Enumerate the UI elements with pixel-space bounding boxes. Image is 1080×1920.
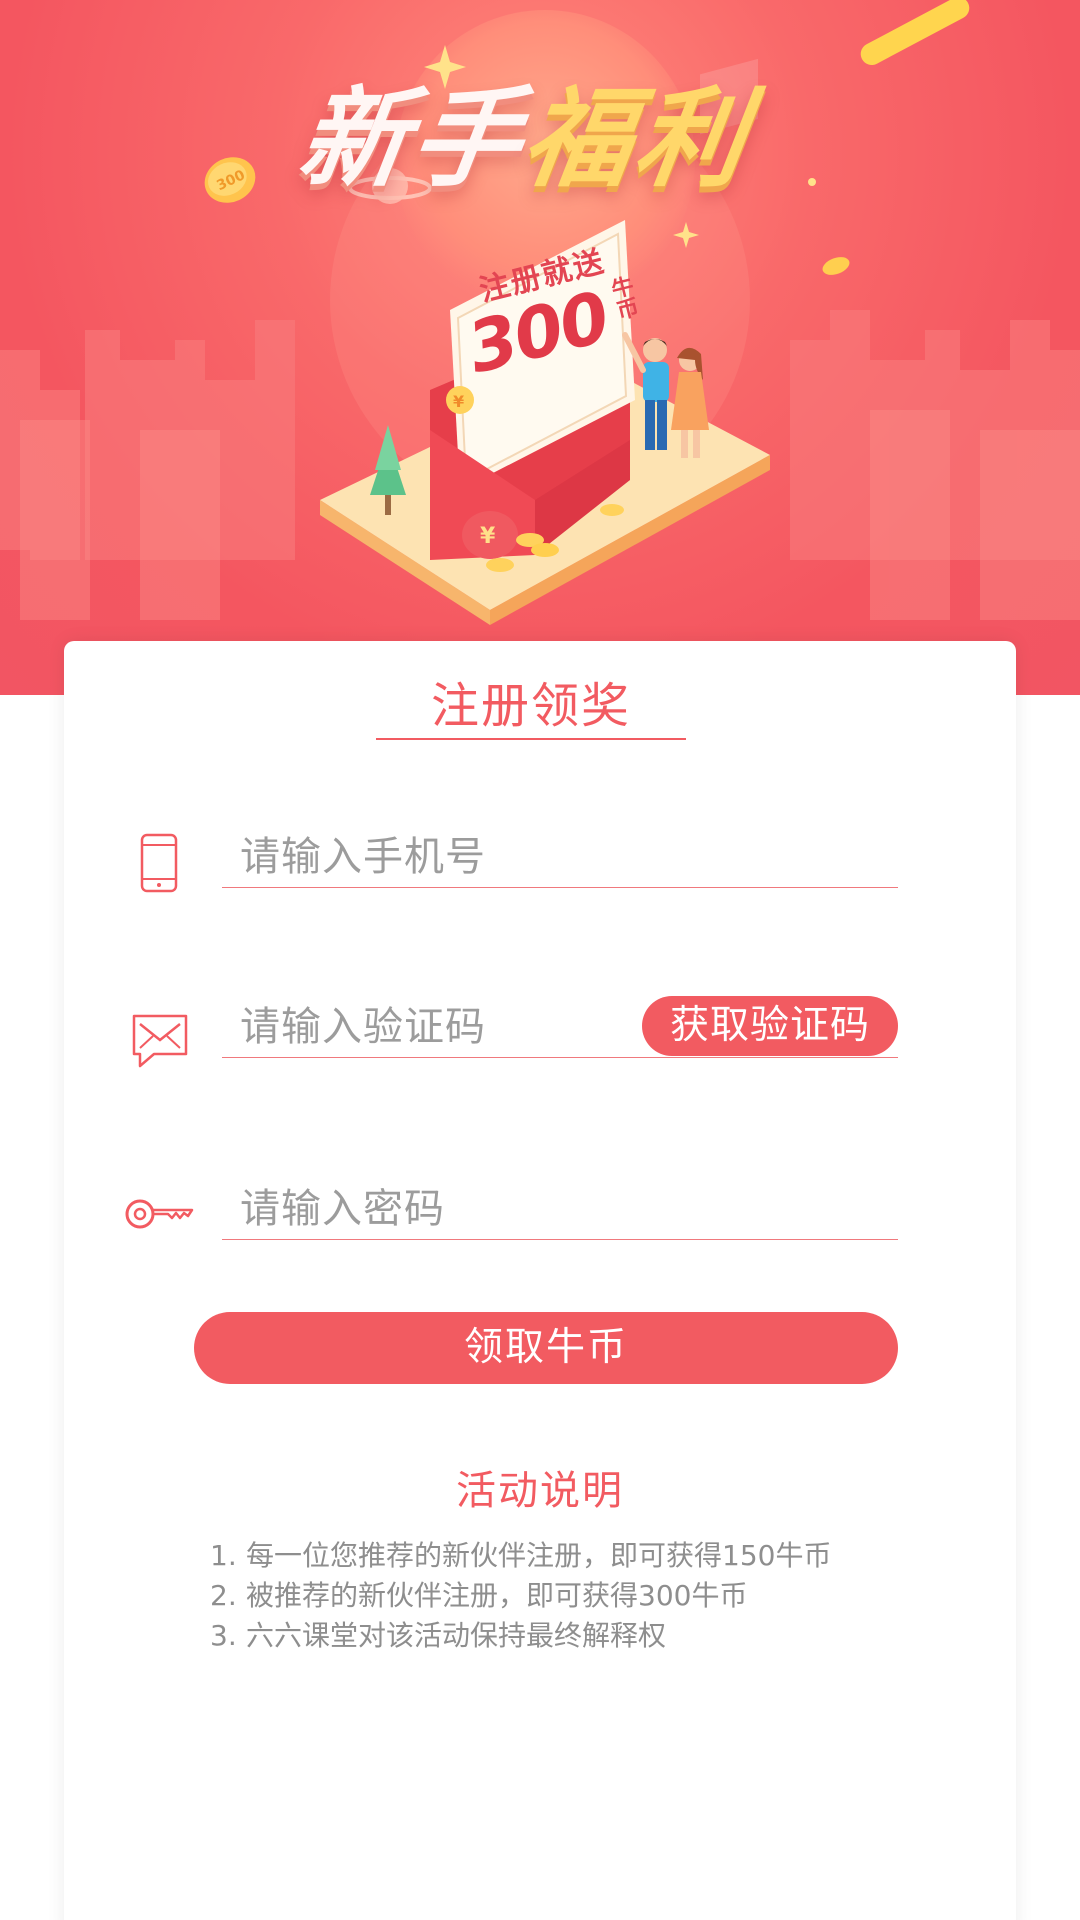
rule-item: 2. 被推荐的新伙伴注册，即可获得300牛币	[210, 1576, 831, 1616]
phone-icon	[140, 833, 178, 893]
coin-decoration: 300	[204, 157, 256, 203]
password-input[interactable]	[222, 1178, 898, 1240]
rule-item: 3. 六六课堂对该活动保持最终解释权	[210, 1616, 831, 1656]
phone-input[interactable]	[222, 826, 898, 888]
svg-text:¥: ¥	[480, 524, 496, 549]
rule-text: 被推荐的新伙伴注册，即可获得300牛币	[246, 1579, 748, 1612]
key-icon	[125, 1199, 194, 1229]
reward-card-unit: 牛币	[605, 273, 641, 323]
activity-rules-title: 活动说明	[456, 1468, 624, 1514]
rule-text: 每一位您推荐的新伙伴注册，即可获得150牛币	[246, 1539, 832, 1572]
form-title: 注册领奖	[376, 672, 686, 740]
rule-number: 2.	[210, 1579, 237, 1612]
get-code-button[interactable]: 获取验证码	[642, 996, 898, 1056]
activity-rules-list: 1. 每一位您推荐的新伙伴注册，即可获得150牛币 2. 被推荐的新伙伴注册，即可获…	[210, 1536, 831, 1656]
rule-number: 3.	[210, 1619, 237, 1652]
svg-text:¥: ¥	[453, 392, 464, 411]
message-icon	[132, 1014, 188, 1068]
rule-text: 六六课堂对该活动保持最终解释权	[246, 1619, 667, 1652]
hero-banner: 300 新手福利 ¥ ¥ 注册就送 300牛币	[0, 0, 1080, 695]
claim-coins-button[interactable]: 领取牛币	[194, 1312, 898, 1384]
hero-title-part2: 福利	[515, 77, 757, 202]
hero-title: 新手福利	[291, 77, 757, 202]
hero-title-part1: 新手	[291, 77, 533, 202]
rule-number: 1.	[210, 1539, 237, 1572]
rule-item: 1. 每一位您推荐的新伙伴注册，即可获得150牛币	[210, 1536, 831, 1576]
